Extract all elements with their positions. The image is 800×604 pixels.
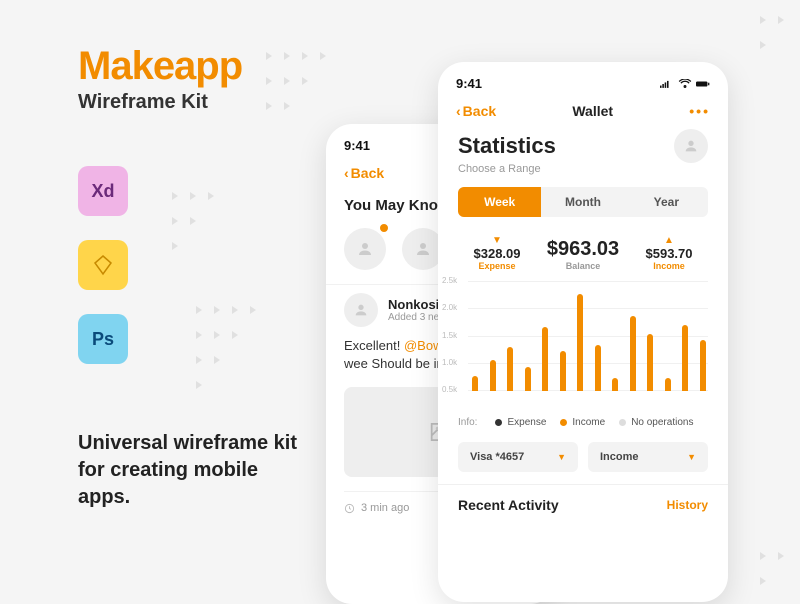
back-button[interactable]: ‹ Back bbox=[456, 103, 496, 119]
legend-expense: Expense bbox=[495, 417, 546, 428]
decoration-triangles bbox=[260, 46, 332, 121]
status-dot-icon bbox=[380, 224, 388, 232]
arrow-down-icon: ▼ bbox=[454, 235, 540, 246]
nav-title: Wallet bbox=[572, 103, 613, 119]
back-label: Back bbox=[463, 103, 496, 119]
segment-week[interactable]: Week bbox=[458, 187, 541, 217]
range-label: Choose a Range bbox=[438, 163, 728, 187]
tagline-text: Universal wireframe kit for creating mob… bbox=[78, 430, 298, 511]
chart-bar bbox=[472, 376, 478, 391]
stat-balance: $963.03 Balance bbox=[540, 238, 626, 271]
arrow-up-icon: ▲ bbox=[626, 235, 712, 246]
legend-none: No operations bbox=[619, 417, 693, 428]
avatar bbox=[344, 293, 378, 327]
chart-bar bbox=[682, 325, 688, 391]
avatar[interactable] bbox=[674, 129, 708, 163]
segment-year[interactable]: Year bbox=[625, 187, 708, 217]
brand-subtitle: Wireframe Kit bbox=[78, 91, 242, 114]
stat-expense: ▼ $328.09 Expense bbox=[454, 235, 540, 271]
type-select[interactable]: Income▼ bbox=[588, 442, 708, 472]
xd-icon: Xd bbox=[78, 166, 128, 216]
chevron-left-icon: ‹ bbox=[344, 165, 349, 181]
recent-title: Recent Activity bbox=[458, 497, 559, 513]
wifi-icon bbox=[678, 79, 692, 89]
card-select[interactable]: Visa *4657▼ bbox=[458, 442, 578, 472]
history-link[interactable]: History bbox=[667, 498, 708, 512]
more-icon[interactable]: ••• bbox=[689, 103, 710, 119]
brand-title: Makeapp bbox=[78, 44, 242, 89]
page-title: Statistics bbox=[458, 133, 556, 159]
range-segmented-control: Week Month Year bbox=[458, 187, 708, 217]
decoration-triangles bbox=[754, 10, 790, 60]
status-time: 9:41 bbox=[344, 138, 370, 153]
decoration-triangles bbox=[166, 186, 220, 261]
suggested-user[interactable] bbox=[344, 228, 386, 270]
status-time: 9:41 bbox=[456, 76, 482, 91]
chart-bar bbox=[595, 345, 601, 391]
segment-month[interactable]: Month bbox=[541, 187, 624, 217]
decoration-triangles bbox=[190, 300, 262, 400]
avatar bbox=[344, 228, 386, 270]
chart-legend: Info: Expense Income No operations bbox=[438, 409, 728, 436]
status-icons bbox=[660, 79, 710, 89]
clock-icon bbox=[344, 503, 355, 514]
legend-income: Income bbox=[560, 417, 605, 428]
chevron-left-icon: ‹ bbox=[456, 103, 461, 119]
chevron-down-icon: ▼ bbox=[687, 452, 696, 462]
chart-bar bbox=[560, 351, 566, 391]
chart-bar bbox=[612, 378, 618, 391]
chart-bar bbox=[507, 347, 513, 391]
battery-icon bbox=[696, 79, 710, 89]
chart-bar bbox=[630, 316, 636, 391]
chart-bar bbox=[525, 367, 531, 391]
chart-bar bbox=[490, 360, 496, 391]
brand-block: Makeapp Wireframe Kit bbox=[78, 44, 242, 114]
signal-icon bbox=[660, 79, 674, 89]
chart-bar bbox=[542, 327, 548, 391]
sketch-icon bbox=[78, 240, 128, 290]
phone-wallet-preview: 9:41 ‹ Back Wallet ••• Statistics Choose… bbox=[438, 62, 728, 602]
chart-bar bbox=[647, 334, 653, 391]
decoration-triangles bbox=[754, 546, 790, 596]
back-button[interactable]: ‹ Back bbox=[344, 165, 384, 181]
chart-bar bbox=[577, 294, 583, 391]
chart-bar bbox=[700, 340, 706, 391]
chevron-down-icon: ▼ bbox=[557, 452, 566, 462]
chart-bar bbox=[665, 378, 671, 391]
bar-chart: 2.5k2.0k1.5k1.0k0.5k bbox=[438, 281, 728, 409]
stat-income: ▲ $593.70 Income bbox=[626, 235, 712, 271]
ps-icon: Ps bbox=[78, 314, 128, 364]
back-label: Back bbox=[351, 165, 384, 181]
